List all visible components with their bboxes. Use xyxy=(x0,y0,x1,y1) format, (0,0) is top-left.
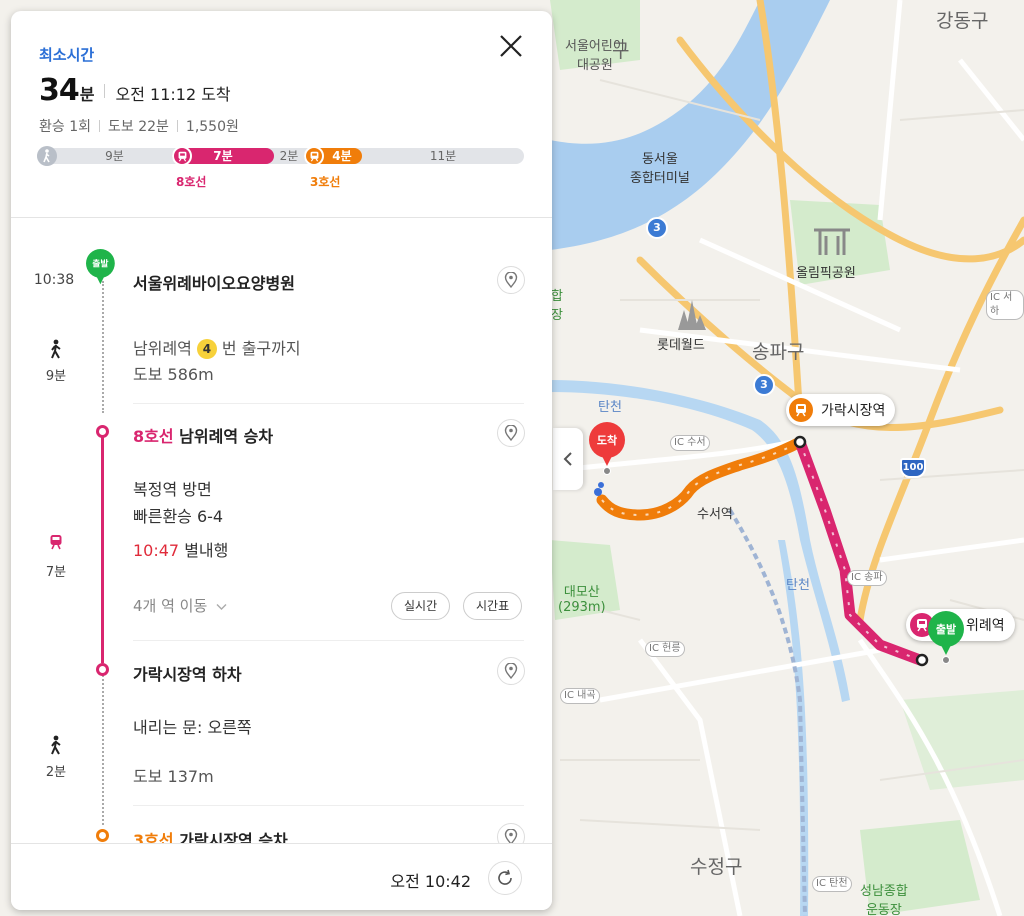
route-detail-panel: 최소시간 34 분 오전 11:12 도착 환승 1회 도보 22분 1,550… xyxy=(11,11,552,910)
highway-shield-100: 100 xyxy=(900,458,926,478)
route-summary: 최소시간 34 분 오전 11:12 도착 환승 1회 도보 22분 1,550… xyxy=(11,11,552,218)
close-icon xyxy=(500,35,522,57)
subway-icon xyxy=(304,146,324,166)
subway-icon xyxy=(49,534,63,554)
location-pin-icon xyxy=(504,663,518,679)
arrival-pin[interactable]: 도착 xyxy=(589,422,625,475)
start-location-button[interactable] xyxy=(497,266,525,294)
arrival-time: 오전 11:12 도착 xyxy=(115,85,231,104)
route-type-label: 최소시간 xyxy=(39,46,95,64)
route-shield-3-top: 3 xyxy=(646,217,668,239)
district-label-gangdong: 강동구 xyxy=(936,10,989,32)
minutes-unit: 분 xyxy=(79,85,95,104)
exit-number-badge: 4 xyxy=(196,339,217,359)
transfer-count: 환승 1회 xyxy=(39,119,91,135)
alight1-location-button[interactable] xyxy=(497,657,525,685)
location-pin-icon xyxy=(504,272,518,288)
route-steps[interactable]: 10:38 출발 서울위례바이오요양병원 9분 남위례역 4 번 출구까지 도보 5… xyxy=(11,219,552,843)
walk-icon xyxy=(37,146,57,166)
refresh-icon xyxy=(498,869,512,885)
place-tancheon-mid: 탄천 xyxy=(786,578,810,593)
refresh-button[interactable] xyxy=(488,861,522,895)
realtime-button[interactable]: 실시간 xyxy=(391,592,451,620)
map-station-label: 가락시장역 xyxy=(821,403,886,419)
board1-duration: 7분 xyxy=(45,565,67,580)
place-olympic-park: 올림픽공원 xyxy=(796,266,856,281)
place-seongnam: 성남종합 운동장 xyxy=(860,884,908,916)
ic-label-seoha: IC 서하 xyxy=(986,290,1024,320)
ic-label-naegok: IC 내곡 xyxy=(560,688,600,704)
bar-line8-label: 8호선 xyxy=(176,175,207,189)
board1-location-button[interactable] xyxy=(497,419,525,447)
panel-footer: 오전 10:42 xyxy=(11,843,552,910)
walk-icon xyxy=(49,735,63,759)
board2-title: 3호선 가락시장역 승차 xyxy=(133,831,288,843)
subway-icon xyxy=(172,146,192,166)
walk2-distance: 도보 137m xyxy=(133,767,214,786)
district-label-sujeong: 수정구 xyxy=(690,856,743,878)
walk1-destination: 남위례역 4 번 출구까지 xyxy=(133,339,301,359)
departure-pin[interactable]: 출발 xyxy=(928,611,964,664)
board1-direction: 복정역 방면 xyxy=(133,480,212,499)
start-time: 10:38 xyxy=(33,272,75,288)
place-tancheon-top: 탄천 xyxy=(598,400,622,415)
board2-location-button[interactable] xyxy=(497,823,525,843)
board1-departure: 10:47 별내행 xyxy=(133,541,229,560)
map-station-label: 위례역 xyxy=(966,618,1005,634)
alight1-door: 내리는 문: 오른쪽 xyxy=(133,718,252,737)
fare: 1,550원 xyxy=(185,119,239,135)
chevron-left-icon xyxy=(563,452,572,466)
bar-walk1: 9분 xyxy=(105,149,124,163)
location-pin-icon xyxy=(504,829,518,843)
timetable-button[interactable]: 시간표 xyxy=(463,592,523,620)
map-station-garak[interactable]: 가락시장역 xyxy=(786,394,896,426)
board1-fast-transfer: 빠른환승 6-4 xyxy=(133,507,224,526)
place-left-edge-2: 합장 xyxy=(551,289,563,323)
location-pin-icon xyxy=(504,425,518,441)
subway-icon xyxy=(789,398,813,422)
walk-icon xyxy=(49,339,63,363)
district-label-songpa: 송파구 xyxy=(752,341,805,363)
walk2-duration: 2분 xyxy=(45,765,67,780)
start-place: 서울위례바이오요양병원 xyxy=(133,274,295,293)
place-lotte-world: 롯데월드 xyxy=(657,338,705,353)
route-shield-3-mid: 3 xyxy=(753,374,775,396)
route-timeline-bar: 9분 7분 2분 4분 11분 xyxy=(37,146,524,166)
close-button[interactable] xyxy=(496,31,526,61)
place-children-park: 서울어린이 대공원 xyxy=(565,39,625,73)
walk-total: 도보 22분 xyxy=(108,119,169,135)
ic-label-heolleung: IC 헌릉 xyxy=(645,641,685,657)
place-daemosan: 대모산 (293m) xyxy=(558,585,606,615)
ic-label-suseo: IC 수서 xyxy=(670,435,710,451)
chevron-down-icon xyxy=(216,604,227,610)
alight1-title: 가락시장역 하차 xyxy=(133,665,242,684)
total-minutes: 34 xyxy=(39,73,80,108)
bar-line3-label: 3호선 xyxy=(310,175,341,189)
bar-transfer-gap: 2분 xyxy=(279,149,299,163)
collapse-panel-button[interactable] xyxy=(553,428,583,490)
place-suseo-station: 수서역 xyxy=(697,507,733,522)
board1-title: 8호선 남위례역 승차 xyxy=(133,427,274,446)
place-bus-terminal: 동서울 종합터미널 xyxy=(630,152,690,186)
walk1-duration: 9분 xyxy=(45,369,67,384)
ic-label-tancheon: IC 탄천 xyxy=(812,876,852,892)
current-time: 오전 10:42 xyxy=(390,872,471,891)
bar-walk2: 11분 xyxy=(429,149,457,163)
walk1-distance: 도보 586m xyxy=(133,365,214,384)
start-pin: 출발 xyxy=(86,249,115,287)
board1-stops-toggle[interactable]: 4개 역 이동 xyxy=(133,595,227,616)
ic-label-songpa: IC 송파 xyxy=(847,570,887,586)
